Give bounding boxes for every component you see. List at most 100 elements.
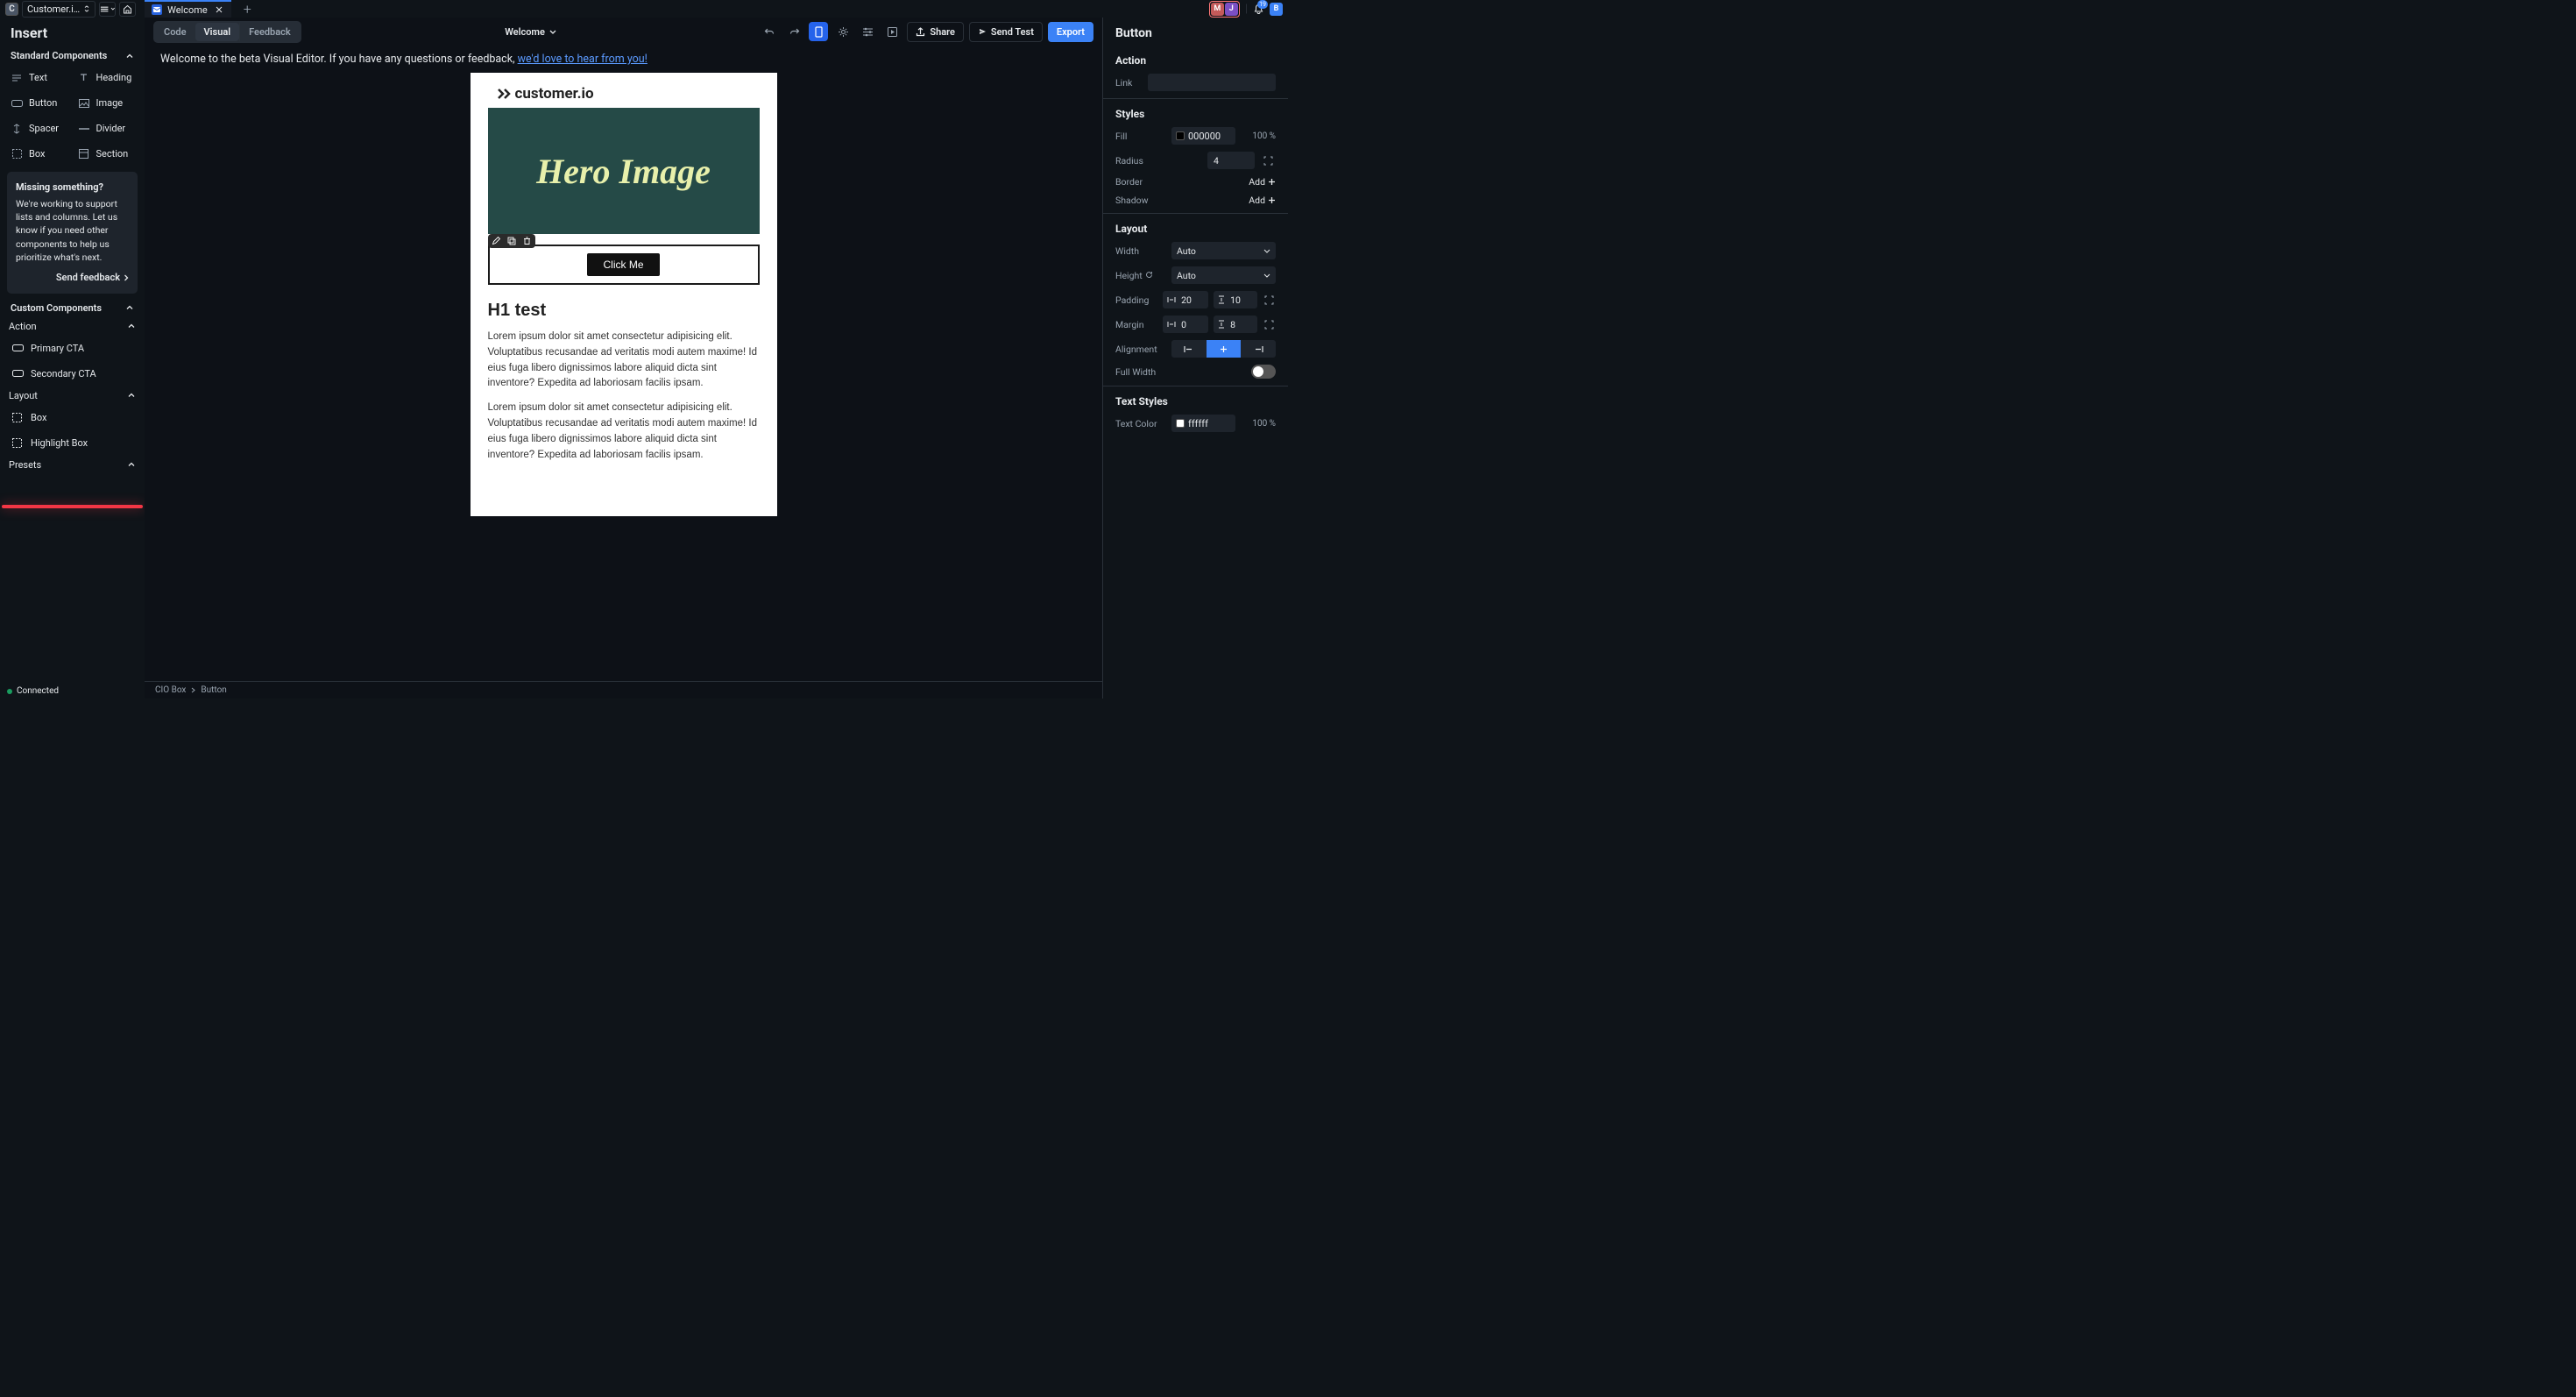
play-button[interactable] bbox=[882, 22, 902, 41]
inspector-title: Button bbox=[1103, 18, 1288, 46]
device-button[interactable] bbox=[809, 22, 828, 41]
action-section-header: Action bbox=[1103, 46, 1288, 70]
standard-components-header[interactable]: Standard Components bbox=[0, 46, 145, 65]
mode-segment: Code Visual Feedback bbox=[153, 21, 301, 43]
notifications-button[interactable]: 19 bbox=[1253, 4, 1264, 15]
new-tab-button[interactable]: + bbox=[244, 1, 251, 18]
textcolor-input[interactable]: ffffff bbox=[1171, 415, 1235, 432]
presence-avatars[interactable]: M J bbox=[1209, 1, 1240, 18]
width-select[interactable]: Auto bbox=[1171, 242, 1276, 259]
padding-v-input[interactable] bbox=[1214, 291, 1257, 308]
user-avatar[interactable]: B bbox=[1270, 3, 1283, 16]
chevron-up-icon bbox=[125, 52, 134, 60]
presets-group-header[interactable]: Presets bbox=[0, 456, 145, 474]
layers-button[interactable] bbox=[99, 2, 116, 17]
share-icon bbox=[916, 27, 925, 37]
fill-color-input[interactable]: 000000 bbox=[1171, 127, 1235, 145]
fill-opacity[interactable]: 100 % bbox=[1241, 131, 1276, 141]
button-slot-selected[interactable]: Click Me bbox=[488, 245, 760, 285]
margin-v-input[interactable] bbox=[1214, 316, 1257, 333]
status-dot-icon bbox=[7, 689, 12, 694]
plus-icon bbox=[1268, 178, 1276, 186]
component-secondary-cta[interactable]: Secondary CTA bbox=[0, 361, 145, 386]
sliders-button[interactable] bbox=[858, 22, 877, 41]
send-test-button[interactable]: Send Test bbox=[969, 22, 1043, 42]
project-selector[interactable]: Customer.i… bbox=[22, 1, 96, 18]
component-primary-cta[interactable]: Primary CTA bbox=[0, 336, 145, 361]
component-spacer[interactable]: Spacer bbox=[5, 116, 73, 141]
redo-button[interactable] bbox=[784, 22, 803, 41]
chevron-up-icon bbox=[127, 322, 136, 330]
document-title-selector[interactable]: Welcome bbox=[307, 26, 755, 38]
undo-button[interactable] bbox=[760, 22, 779, 41]
hero-image[interactable]: Hero Image bbox=[488, 108, 760, 234]
padding-h-input[interactable] bbox=[1163, 291, 1208, 308]
close-icon[interactable] bbox=[216, 6, 223, 13]
delete-button[interactable] bbox=[520, 234, 535, 248]
home-button[interactable] bbox=[119, 2, 136, 17]
align-center[interactable] bbox=[1207, 340, 1242, 358]
align-left[interactable] bbox=[1171, 340, 1207, 358]
custom-components-header[interactable]: Custom Components bbox=[0, 299, 145, 317]
heading-element[interactable]: H1 test bbox=[488, 301, 760, 321]
layout-group-header[interactable]: Layout bbox=[0, 386, 145, 405]
corners-icon bbox=[1264, 295, 1274, 305]
alignment-segment bbox=[1171, 340, 1276, 358]
margin-h-input[interactable] bbox=[1163, 316, 1208, 333]
component-box[interactable]: Box bbox=[5, 141, 73, 167]
connection-status: Connected bbox=[0, 684, 145, 698]
align-right[interactable] bbox=[1241, 340, 1276, 358]
share-button[interactable]: Share bbox=[907, 22, 964, 42]
missing-title: Missing something? bbox=[16, 181, 129, 195]
shadow-label: Shadow bbox=[1115, 195, 1166, 206]
duplicate-button[interactable] bbox=[504, 234, 520, 248]
component-highlight-box[interactable]: Highlight Box bbox=[0, 430, 145, 456]
cta-button[interactable]: Click Me bbox=[587, 253, 659, 276]
component-text[interactable]: Text bbox=[5, 65, 73, 90]
mode-feedback[interactable]: Feedback bbox=[239, 23, 300, 41]
component-divider[interactable]: Divider bbox=[73, 116, 140, 141]
button-icon bbox=[12, 370, 24, 377]
hero-placeholder-text: Hero Image bbox=[536, 151, 711, 192]
mail-icon bbox=[152, 4, 162, 15]
crumb[interactable]: Button bbox=[201, 685, 226, 695]
expand-corners-button[interactable] bbox=[1260, 156, 1276, 166]
component-button[interactable]: Button bbox=[5, 90, 73, 116]
send-feedback-link[interactable]: Send feedback bbox=[16, 271, 129, 285]
edit-button[interactable] bbox=[488, 234, 504, 248]
expand-padding-button[interactable] bbox=[1263, 295, 1276, 305]
textcolor-label: Text Color bbox=[1115, 418, 1166, 429]
chevron-right-icon bbox=[191, 687, 195, 693]
expand-margin-button[interactable] bbox=[1263, 320, 1276, 330]
link-input[interactable] bbox=[1148, 74, 1276, 91]
add-shadow-button[interactable]: Add bbox=[1249, 195, 1276, 206]
action-group-header[interactable]: Action bbox=[0, 317, 145, 336]
box-icon bbox=[12, 438, 22, 448]
fullwidth-toggle[interactable] bbox=[1251, 365, 1276, 379]
padding-h-icon bbox=[1167, 296, 1176, 303]
section-icon bbox=[79, 149, 88, 159]
height-select[interactable]: Auto bbox=[1171, 266, 1276, 284]
component-section[interactable]: Section bbox=[73, 141, 140, 167]
radius-input[interactable] bbox=[1207, 152, 1255, 169]
fill-label: Fill bbox=[1115, 131, 1166, 142]
feedback-link[interactable]: we'd love to hear from you! bbox=[518, 53, 648, 66]
textcolor-opacity[interactable]: 100 % bbox=[1241, 419, 1276, 429]
text-element[interactable]: Lorem ipsum dolor sit amet consectetur a… bbox=[488, 330, 760, 392]
mode-code[interactable]: Code bbox=[155, 23, 195, 41]
component-image[interactable]: Image bbox=[73, 90, 140, 116]
export-button[interactable]: Export bbox=[1048, 22, 1093, 42]
text-element[interactable]: Lorem ipsum dolor sit amet consectetur a… bbox=[488, 401, 760, 463]
email-canvas[interactable]: customer.io Hero Image Click Me H1 test … bbox=[471, 73, 777, 516]
home-icon bbox=[123, 4, 132, 14]
reset-icon[interactable] bbox=[1145, 271, 1154, 280]
tab-welcome[interactable]: Welcome bbox=[145, 0, 231, 18]
settings-button[interactable] bbox=[833, 22, 853, 41]
component-custom-box[interactable]: Box bbox=[0, 405, 145, 430]
add-border-button[interactable]: Add bbox=[1249, 176, 1276, 188]
mode-visual[interactable]: Visual bbox=[195, 23, 240, 41]
fullwidth-label: Full Width bbox=[1115, 366, 1156, 378]
sliders-icon bbox=[862, 27, 874, 37]
crumb[interactable]: CIO Box bbox=[155, 685, 186, 695]
component-heading[interactable]: Heading bbox=[73, 65, 140, 90]
